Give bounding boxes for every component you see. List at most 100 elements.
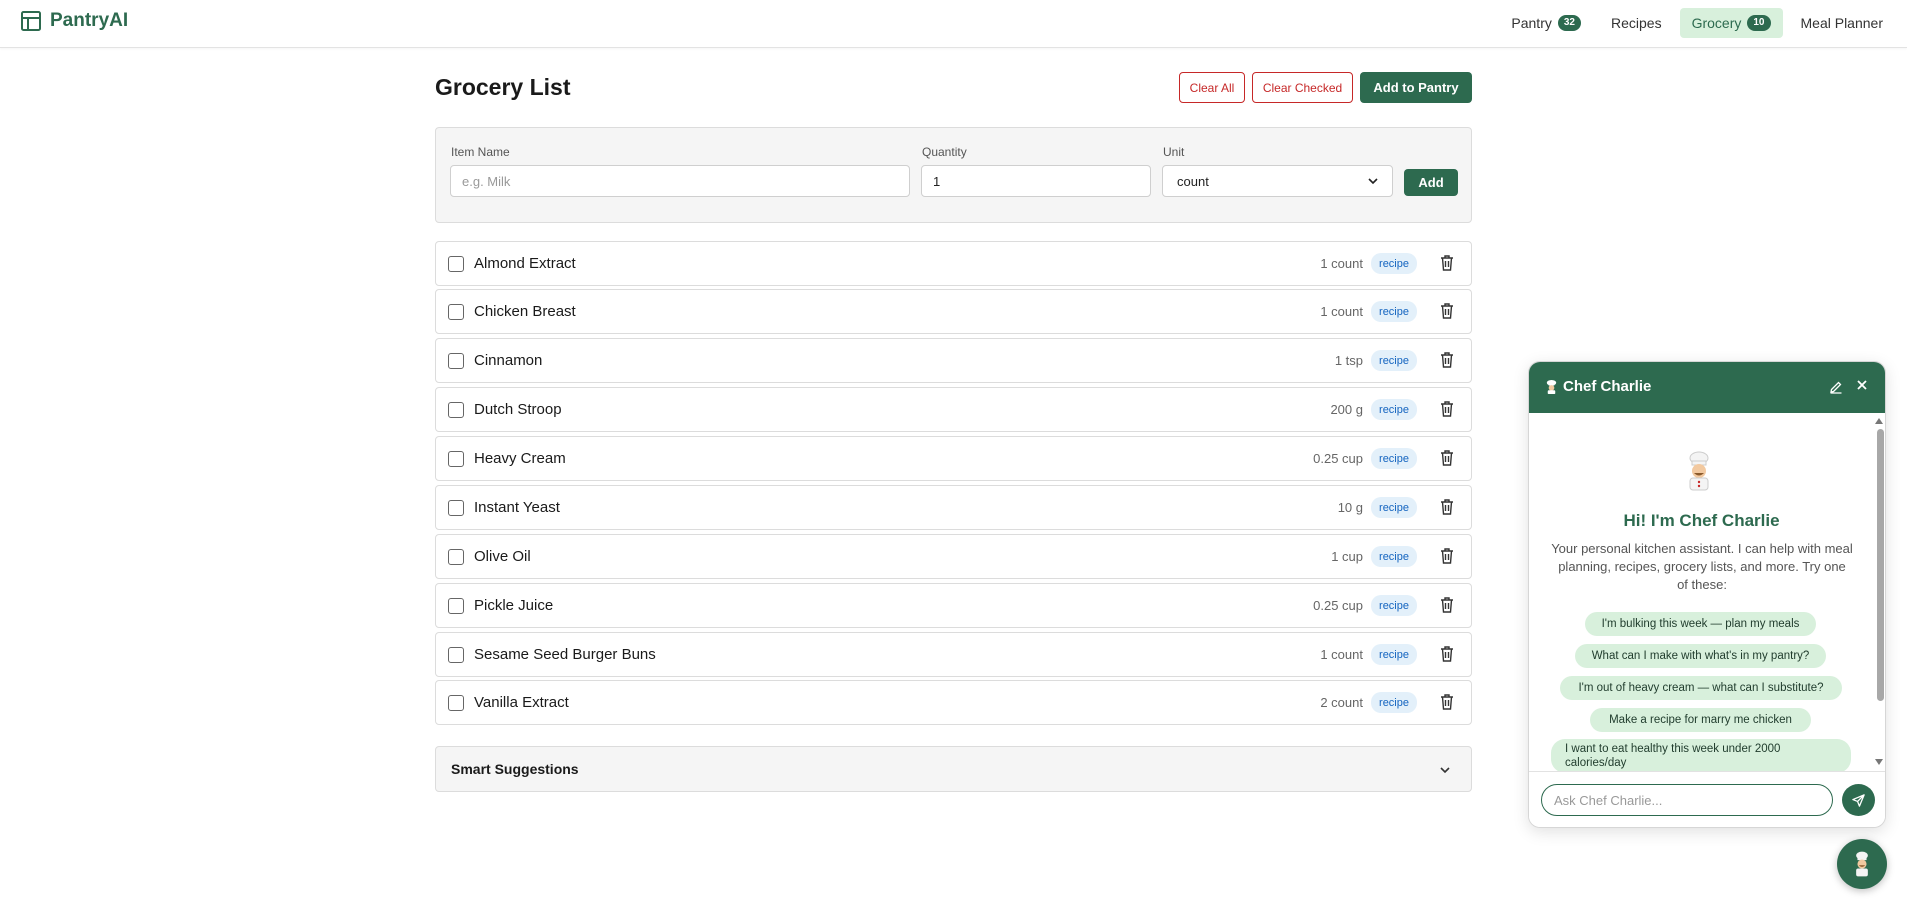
clear-checked-button[interactable]: Clear Checked [1252, 72, 1353, 103]
source-tag: recipe [1371, 546, 1417, 567]
list-item: Sesame Seed Burger Buns 1 count recipe [435, 632, 1472, 677]
item-checkbox[interactable] [448, 500, 464, 516]
item-quantity: 0.25 cup [1313, 451, 1363, 466]
item-checkbox[interactable] [448, 353, 464, 369]
list-item: Chicken Breast 1 count recipe [435, 289, 1472, 334]
chef-icon [1546, 379, 1557, 394]
chat-header: Chef Charlie [1529, 362, 1885, 413]
item-name: Instant Yeast [474, 499, 560, 516]
list-item: Olive Oil 1 cup recipe [435, 534, 1472, 579]
nav-item-label: Grocery [1691, 15, 1742, 31]
chat-intro: Your personal kitchen assistant. I can h… [1551, 541, 1853, 592]
item-name: Chicken Breast [474, 303, 576, 320]
nav-item-meal-planner[interactable]: Meal Planner [1789, 8, 1896, 38]
nav-item-label: Recipes [1610, 15, 1662, 31]
send-button[interactable] [1842, 784, 1875, 816]
list-item: Dutch Stroop 200 g recipe [435, 387, 1472, 432]
item-quantity: 1 count [1320, 256, 1363, 271]
chat-messages[interactable]: Hi! I'm Chef Charlie Your personal kitch… [1529, 413, 1885, 773]
item-checkbox[interactable] [448, 402, 464, 418]
trash-icon[interactable] [1439, 400, 1455, 418]
item-name: Pickle Juice [474, 597, 554, 614]
item-quantity: 1 tsp [1334, 353, 1363, 368]
add-item-button[interactable]: Add [1404, 169, 1458, 196]
nav-item-recipes[interactable]: Recipes [1599, 8, 1674, 38]
chat-scrollbar-thumb[interactable] [1877, 429, 1884, 701]
trash-icon[interactable] [1439, 449, 1455, 467]
item-checkbox[interactable] [448, 598, 464, 614]
item-name: Almond Extract [474, 255, 576, 272]
unit-select-value: count [1177, 173, 1209, 189]
send-icon [1852, 793, 1865, 807]
item-checkbox[interactable] [448, 647, 464, 663]
source-tag: recipe [1371, 301, 1417, 322]
suggested-prompt[interactable]: Make a recipe for marry me chicken [1590, 708, 1811, 732]
item-name-input[interactable] [450, 165, 910, 197]
item-quantity: 2 count [1320, 695, 1363, 710]
item-checkbox[interactable] [448, 451, 464, 467]
nav-item-label: Pantry [1511, 15, 1552, 31]
item-name: Vanilla Extract [474, 694, 569, 711]
brand[interactable]: PantryAI [20, 10, 128, 32]
list-item: Almond Extract 1 count recipe [435, 241, 1472, 286]
clear-all-button[interactable]: Clear All [1179, 72, 1245, 103]
smart-suggestions-toggle[interactable]: Smart Suggestions [435, 746, 1472, 792]
chat-greeting: Hi! I'm Chef Charlie [1623, 511, 1780, 530]
page-title: Grocery List [435, 74, 571, 100]
add-item-form: Item Name Quantity Unit count Add [435, 127, 1472, 223]
suggested-prompt[interactable]: I'm bulking this week — plan my meals [1585, 612, 1816, 636]
unit-label: Unit [1163, 145, 1185, 159]
chat-launcher-button[interactable] [1837, 839, 1887, 889]
chef-icon [1856, 851, 1868, 877]
suggested-prompt[interactable]: I want to eat healthy this week under 20… [1551, 739, 1851, 773]
item-checkbox[interactable] [448, 256, 464, 272]
chat-panel: Chef Charlie Hi! I'm Chef Charlie Your p… [1528, 361, 1886, 828]
scroll-down-arrow[interactable] [1875, 759, 1883, 765]
list-item: Cinnamon 1 tsp recipe [435, 338, 1472, 383]
source-tag: recipe [1371, 448, 1417, 469]
close-icon[interactable] [1854, 377, 1870, 393]
item-checkbox[interactable] [448, 304, 464, 320]
quantity-label: Quantity [922, 145, 967, 159]
unit-select[interactable]: count [1162, 165, 1393, 197]
trash-icon[interactable] [1439, 498, 1455, 516]
nav-item-pantry[interactable]: Pantry 32 [1499, 8, 1593, 38]
item-checkbox[interactable] [448, 549, 464, 565]
chef-icon [1689, 451, 1709, 491]
source-tag: recipe [1371, 595, 1417, 616]
item-name: Heavy Cream [474, 450, 566, 467]
item-quantity: 10 g [1337, 500, 1363, 515]
trash-icon[interactable] [1439, 693, 1455, 711]
item-quantity: 1 count [1320, 304, 1363, 319]
item-quantity: 1 count [1320, 647, 1363, 662]
suggested-prompt[interactable]: I'm out of heavy cream — what can I subs… [1560, 676, 1842, 700]
scroll-up-arrow[interactable] [1875, 418, 1883, 424]
add-to-pantry-button[interactable]: Add to Pantry [1360, 72, 1472, 103]
trash-icon[interactable] [1439, 302, 1455, 320]
nav-item-grocery[interactable]: Grocery 10 [1679, 8, 1783, 38]
top-navbar: PantryAI Pantry 32 Recipes Grocery 10 Me… [0, 0, 1907, 48]
quantity-input[interactable] [921, 165, 1151, 197]
trash-icon[interactable] [1439, 547, 1455, 565]
item-quantity: 0.25 cup [1313, 598, 1363, 613]
item-quantity: 1 cup [1331, 549, 1363, 564]
trash-icon[interactable] [1439, 254, 1455, 272]
source-tag: recipe [1371, 497, 1417, 518]
chat-input[interactable] [1541, 784, 1833, 816]
nav-item-label: Meal Planner [1800, 15, 1884, 31]
item-checkbox[interactable] [448, 695, 464, 711]
pencil-icon[interactable] [1828, 379, 1844, 395]
suggested-prompt[interactable]: What can I make with what's in my pantry… [1575, 644, 1826, 668]
source-tag: recipe [1371, 644, 1417, 665]
chevron-down-icon [1368, 178, 1378, 185]
item-name-label: Item Name [451, 145, 510, 159]
source-tag: recipe [1371, 692, 1417, 713]
chevron-down-icon [1440, 767, 1450, 774]
trash-icon[interactable] [1439, 351, 1455, 369]
item-quantity: 200 g [1330, 402, 1363, 417]
smart-suggestions-title: Smart Suggestions [451, 761, 579, 777]
trash-icon[interactable] [1439, 645, 1455, 663]
list-item: Heavy Cream 0.25 cup recipe [435, 436, 1472, 481]
chat-input-bar [1529, 771, 1885, 827]
trash-icon[interactable] [1439, 596, 1455, 614]
